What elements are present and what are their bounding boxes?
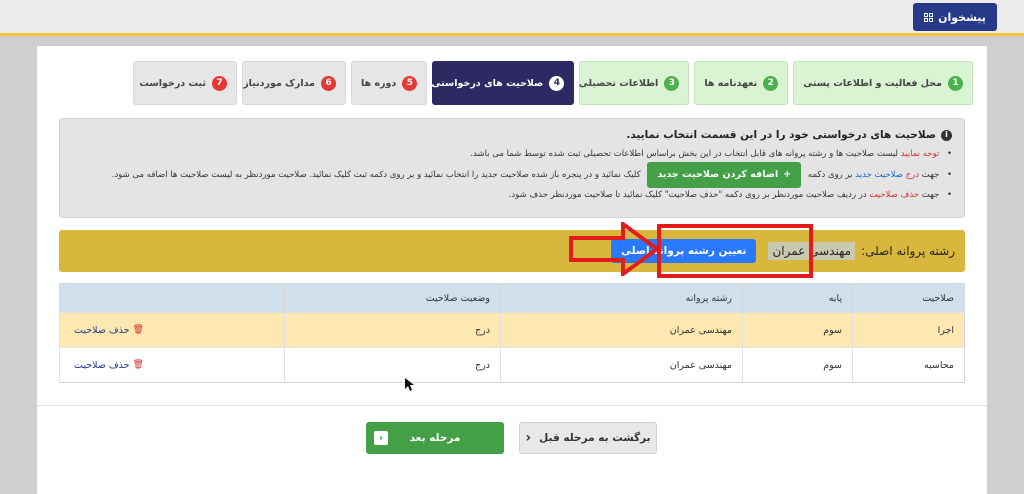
step-education[interactable]: 3 اطلاعات تحصیلی [578,61,690,105]
col-grade: پایه [742,283,853,313]
instruction-note-1: توجه نمایید لیست صلاحیت ها و رشته پروانه… [72,148,952,162]
note-text: لیست صلاحیت ها و رشته پروانه های قابل ان… [470,148,899,159]
dashboard-button[interactable]: پیشخوان [913,3,997,31]
add-competency-label: اضافه کردن صلاحیت جدید [657,169,779,181]
note-text: جهت [921,189,940,200]
step-label: ثبت درخواست [139,77,206,89]
step-location[interactable]: 1 محل فعالیت و اطلاعات پستی [793,61,973,105]
step-label: صلاحیت های درخواستی [431,77,544,89]
col-field: رشته پروانه [500,283,743,313]
wizard-steps: 1 محل فعالیت و اطلاعات پستی 2 تعهدنامه ه… [132,61,973,105]
note-text: در ردیف صلاحیت موردنظر بر روی دکمه "حذف … [508,189,867,200]
chevron-left-icon: ‹ [525,430,532,446]
col-status: وضعیت صلاحیت [284,283,501,313]
step-label: مدارک موردنیاز [243,77,315,89]
main-major-bar: رشته پروانه اصلی: مهندسی عمران تعیین رشت… [59,230,965,272]
note-highlight: توجه نمایید [900,148,940,159]
cell-competency: اجرا [852,312,965,348]
cell-action: 🗑 حذف صلاحیت [59,347,285,383]
competency-table: صلاحیت پایه رشته پروانه وضعیت صلاحیت اجر… [59,283,965,383]
grid-icon [924,12,934,22]
instructions-box: i صلاحیت های درخواستی خود را در این قسمت… [59,118,965,218]
step-commitments[interactable]: 2 تعهدنامه ها [694,61,789,105]
cell-grade: سوم [742,347,853,383]
note-text: جهت [921,170,940,181]
dashboard-label: پیشخوان [938,10,986,24]
chevron-left-icon: ‹ [374,431,388,445]
trash-icon: 🗑 [132,325,144,336]
step-number: 1 [948,75,963,91]
info-icon: i [941,129,952,141]
col-competency: صلاحیت [852,283,965,313]
next-step-button[interactable]: ‹ مرحله بعد [366,422,504,454]
cell-action: 🗑 حذف صلاحیت [59,312,285,348]
instructions-heading-text: صلاحیت های درخواستی خود را در این قسمت ا… [626,129,936,141]
step-number: 2 [763,75,779,91]
note-text: کلیک نمائید و در پنجره باز شده صلاحیت جد… [111,170,641,181]
trash-icon: 🗑 [132,360,144,371]
previous-step-button[interactable]: برگشت به مرحله قبل ‹ [519,422,657,454]
delete-competency-button[interactable]: 🗑 حذف صلاحیت [74,325,144,336]
note-highlight: حذف صلاحیت [869,189,920,200]
cell-grade: سوم [742,312,853,348]
note-text: بر روی دکمه [807,170,853,181]
cell-competency: محاسبه [852,347,965,383]
col-actions [59,283,285,313]
step-number: 5 [402,75,418,91]
step-label: اطلاعات تحصیلی [578,77,659,89]
step-submit[interactable]: 7 ثبت درخواست [132,61,237,105]
note-highlight: درج [905,170,920,181]
step-label: دوره ها [360,77,397,89]
cell-field: مهندسی عمران [500,312,743,348]
cell-field: مهندسی عمران [500,347,743,383]
cell-status: درج [284,347,501,383]
step-courses[interactable]: 5 دوره ها [350,61,428,105]
divider [37,405,987,406]
table-row: اجرا سوم مهندسی عمران درج 🗑 حذف صلاحیت [59,312,965,348]
table-row: محاسبه سوم مهندسی عمران درج 🗑 حذف صلاحیت [59,347,965,383]
step-label: محل فعالیت و اطلاعات پستی [803,77,942,89]
instruction-note-3: جهت حذف صلاحیت در ردیف صلاحیت موردنظر بر… [72,189,952,203]
step-number: 4 [549,75,565,91]
step-label: تعهدنامه ها [704,77,758,89]
step-number: 6 [320,75,336,91]
form-panel: 1 محل فعالیت و اطلاعات پستی 2 تعهدنامه ه… [37,46,987,494]
instructions-heading: i صلاحیت های درخواستی خود را در این قسمت… [72,127,952,144]
plus-icon: + [783,169,792,181]
highlight-box [657,224,813,278]
delete-label: حذف صلاحیت [74,359,130,371]
next-step-label: مرحله بعد [409,432,461,444]
instruction-note-2: جهت درج صلاحیت جدید بر روی دکمه + اضافه … [72,162,952,188]
step-number: 3 [664,75,680,91]
top-bar: پیشخوان [0,0,1024,36]
cell-status: درج [284,312,501,348]
main-major-label: رشته پروانه اصلی: [861,244,955,258]
instructions-list: توجه نمایید لیست صلاحیت ها و رشته پروانه… [72,148,952,202]
note-highlight: صلاحیت جدید [855,170,903,181]
pointer-arrow-icon [569,222,661,276]
delete-competency-button[interactable]: 🗑 حذف صلاحیت [74,360,144,371]
table-header-row: صلاحیت پایه رشته پروانه وضعیت صلاحیت [59,283,965,313]
step-documents[interactable]: 6 مدارک موردنیاز [241,61,346,105]
step-competencies[interactable]: 4 صلاحیت های درخواستی [431,61,575,105]
mouse-cursor-icon [405,378,414,391]
step-number: 7 [211,75,227,91]
delete-label: حذف صلاحیت [74,324,130,336]
previous-step-label: برگشت به مرحله قبل [539,432,651,444]
add-competency-button[interactable]: + اضافه کردن صلاحیت جدید [647,162,802,188]
